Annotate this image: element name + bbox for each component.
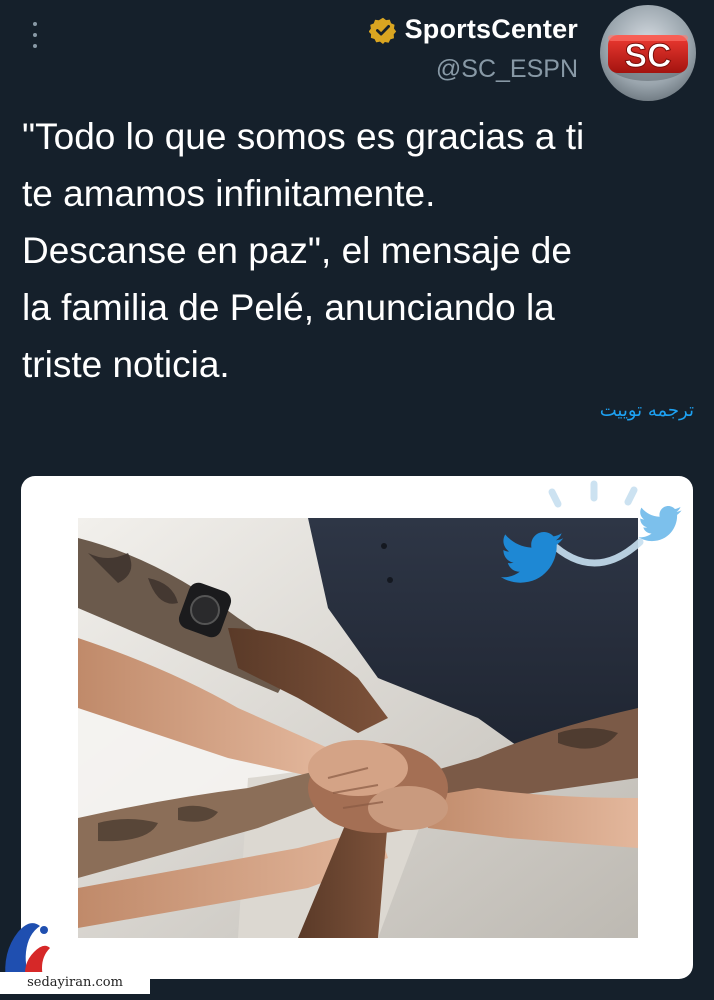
tweet-text-line: la familia de Pelé, anunciando la — [22, 287, 555, 328]
tweet-text-line: te amamos infinitamente. — [22, 173, 436, 214]
twitter-bird-icon — [500, 532, 564, 583]
tweet-author[interactable]: SportsCenter @SC_ESPN — [368, 14, 578, 84]
tweet-text: "Todo lo que somos es gracias a ti te am… — [22, 108, 702, 393]
more-options-icon[interactable] — [26, 22, 44, 48]
author-handle[interactable]: @SC_ESPN — [369, 55, 578, 84]
site-watermark: sedayiran.com — [0, 972, 150, 994]
avatar-label: SC — [624, 37, 671, 75]
author-display-name[interactable]: SportsCenter — [405, 14, 578, 45]
avatar[interactable]: SC — [600, 5, 696, 101]
twitter-bird-icon — [638, 506, 682, 542]
sportscenter-logo: SC — [608, 35, 688, 81]
tweet-text-line: "Todo lo que somos es gracias a ti — [22, 116, 585, 157]
tweet-text-line: triste noticia. — [22, 344, 230, 385]
verified-badge-icon — [368, 17, 396, 44]
translate-tweet-link[interactable]: ترجمه توییت — [600, 400, 694, 421]
site-watermark-text: sedayiran.com — [27, 975, 123, 990]
tweet-text-line: Descanse en paz", el mensaje de — [22, 230, 572, 271]
